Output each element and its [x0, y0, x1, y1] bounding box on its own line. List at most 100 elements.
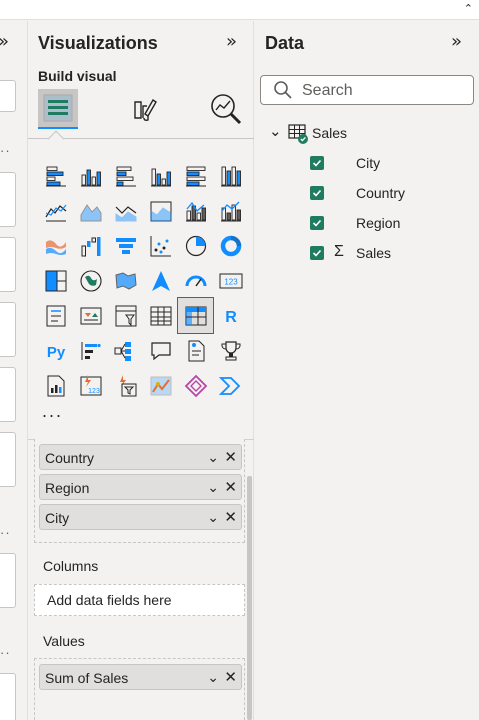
chevron-down-icon[interactable]: ⌄	[269, 122, 282, 140]
visual-kpi-button[interactable]	[73, 298, 108, 333]
search-input[interactable]: Search	[260, 75, 474, 105]
field-chip-region[interactable]: Region ⌄ ✕	[39, 474, 242, 500]
close-icon[interactable]: ✕	[224, 478, 237, 496]
visual-decomposition-tree-button[interactable]	[108, 333, 143, 368]
visual-stacked-column-chart-button[interactable]	[73, 158, 108, 193]
visual-clustered-bar-chart-button[interactable]	[108, 158, 143, 193]
more-options-icon[interactable]: ··	[0, 525, 11, 540]
filter-card[interactable]	[0, 80, 16, 112]
visual-arcgis-map-button[interactable]	[143, 368, 178, 403]
slicer-icon	[114, 304, 138, 328]
filter-card[interactable]	[0, 172, 16, 227]
visual-funnel-chart-button[interactable]	[108, 228, 143, 263]
format-visual-tab[interactable]	[124, 89, 164, 129]
visual-filled-map-button[interactable]	[108, 263, 143, 298]
chevron-down-icon[interactable]: ⌄	[207, 479, 219, 496]
visual-line-chart-button[interactable]	[38, 193, 73, 228]
magnifier-chart-icon	[211, 94, 242, 125]
visual-r-visual-button[interactable]: R	[213, 298, 248, 333]
visual-100-percent-stacked-column-button[interactable]	[213, 158, 248, 193]
field-label: Country	[356, 185, 406, 201]
field-label: City	[356, 155, 381, 171]
build-visual-tab[interactable]	[38, 89, 78, 129]
visual-power-automate-chevron-button[interactable]	[213, 368, 248, 403]
chevron-up-icon[interactable]: ⌃	[464, 2, 473, 15]
filter-card[interactable]	[0, 673, 16, 720]
visual-clustered-column-chart-button[interactable]	[143, 158, 178, 193]
visual-gauge-button[interactable]	[178, 263, 213, 298]
filter-card[interactable]	[0, 302, 16, 357]
rows-well[interactable]: Country ⌄ ✕ Region ⌄ ✕ City ⌄ ✕	[34, 439, 245, 543]
visual-metrics-button[interactable]	[213, 333, 248, 368]
visual-azure-map-button[interactable]	[143, 263, 178, 298]
visual-table-button[interactable]	[143, 298, 178, 333]
more-visuals-button[interactable]: ...	[42, 401, 63, 422]
checkbox-checked[interactable]	[310, 216, 324, 230]
azure-map-icon	[149, 269, 173, 293]
visual-stacked-area-chart-button[interactable]	[108, 193, 143, 228]
scrollbar[interactable]	[247, 476, 252, 720]
values-well[interactable]: Sum of Sales ⌄ ✕	[34, 658, 245, 720]
line-chart-icon	[44, 199, 68, 223]
visual-key-influencers-button[interactable]	[73, 333, 108, 368]
more-options-icon[interactable]: ··	[0, 645, 11, 660]
chevron-down-icon[interactable]: ⌄	[207, 449, 219, 466]
filter-card[interactable]	[0, 367, 16, 422]
visual-treemap-button[interactable]	[38, 263, 73, 298]
visual-waterfall-chart-button[interactable]	[73, 228, 108, 263]
visual-smart-narrative-button[interactable]	[178, 333, 213, 368]
visual-100-percent-stacked-bar-button[interactable]	[178, 158, 213, 193]
close-icon[interactable]: ✕	[224, 668, 237, 686]
double-chevron-right-icon[interactable]: »	[451, 31, 462, 52]
visual-power-apps-button[interactable]: 123	[73, 368, 108, 403]
filled-map-icon	[114, 269, 138, 293]
checkbox-checked[interactable]	[310, 246, 324, 260]
columns-drop-zone[interactable]: Add data fields here	[34, 584, 245, 616]
field-row-sales[interactable]: Σ Sales	[255, 239, 479, 267]
visual-stacked-bar-chart-button[interactable]	[38, 158, 73, 193]
visual-map-button[interactable]	[73, 263, 108, 298]
filter-card[interactable]	[0, 553, 16, 608]
checkbox-checked[interactable]	[310, 186, 324, 200]
visual-power-automate-button[interactable]	[108, 368, 143, 403]
visual-qa-button[interactable]	[143, 333, 178, 368]
field-row-country[interactable]: Country	[255, 179, 479, 207]
visual-area-chart-button[interactable]	[73, 193, 108, 228]
double-chevron-right-icon[interactable]: »	[226, 31, 237, 52]
visual-matrix-button[interactable]	[177, 297, 214, 334]
visual-pie-chart-button[interactable]	[178, 228, 213, 263]
field-chip-sum-of-sales[interactable]: Sum of Sales ⌄ ✕	[39, 664, 242, 690]
visual-line-and-clustered-column-button[interactable]	[213, 193, 248, 228]
analytics-tab[interactable]	[206, 89, 246, 129]
close-icon[interactable]: ✕	[224, 508, 237, 526]
visual-slicer-button[interactable]	[108, 298, 143, 333]
field-row-city[interactable]: City	[255, 149, 479, 177]
paginated-report-icon	[44, 374, 68, 398]
checkbox-checked[interactable]	[310, 156, 324, 170]
visual-paginated-report-button[interactable]	[38, 368, 73, 403]
visual-donut-chart-button[interactable]	[213, 228, 248, 263]
visual-multi-row-card-button[interactable]	[38, 298, 73, 333]
qa-icon	[149, 339, 173, 363]
filter-card[interactable]	[0, 237, 16, 292]
scatter-chart-icon	[149, 234, 173, 258]
close-icon[interactable]: ✕	[224, 448, 237, 466]
visual-line-and-stacked-column-button[interactable]	[178, 193, 213, 228]
visual-100-percent-stacked-area-button[interactable]	[143, 193, 178, 228]
chevron-down-icon[interactable]: ⌄	[207, 509, 219, 526]
values-header: Values	[43, 633, 85, 649]
more-options-icon[interactable]: ··	[0, 143, 11, 158]
chevron-down-icon[interactable]: ⌄	[207, 669, 219, 686]
field-chip-country[interactable]: Country ⌄ ✕	[39, 444, 242, 470]
visual-power-apps-diamond-button[interactable]	[178, 368, 213, 403]
visual-ribbon-chart-button[interactable]	[38, 228, 73, 263]
visual-card-button[interactable]: 123	[213, 263, 248, 298]
field-row-region[interactable]: Region	[255, 209, 479, 237]
field-chip-city[interactable]: City ⌄ ✕	[39, 504, 242, 530]
visual-scatter-chart-button[interactable]	[143, 228, 178, 263]
double-chevron-right-icon[interactable]: »	[0, 31, 9, 52]
filter-card[interactable]	[0, 432, 16, 487]
table-node-sales[interactable]: ⌄ Sales	[255, 119, 479, 147]
visual-python-visual-button[interactable]: Py	[38, 333, 73, 368]
power-apps-icon: 123	[79, 374, 103, 398]
